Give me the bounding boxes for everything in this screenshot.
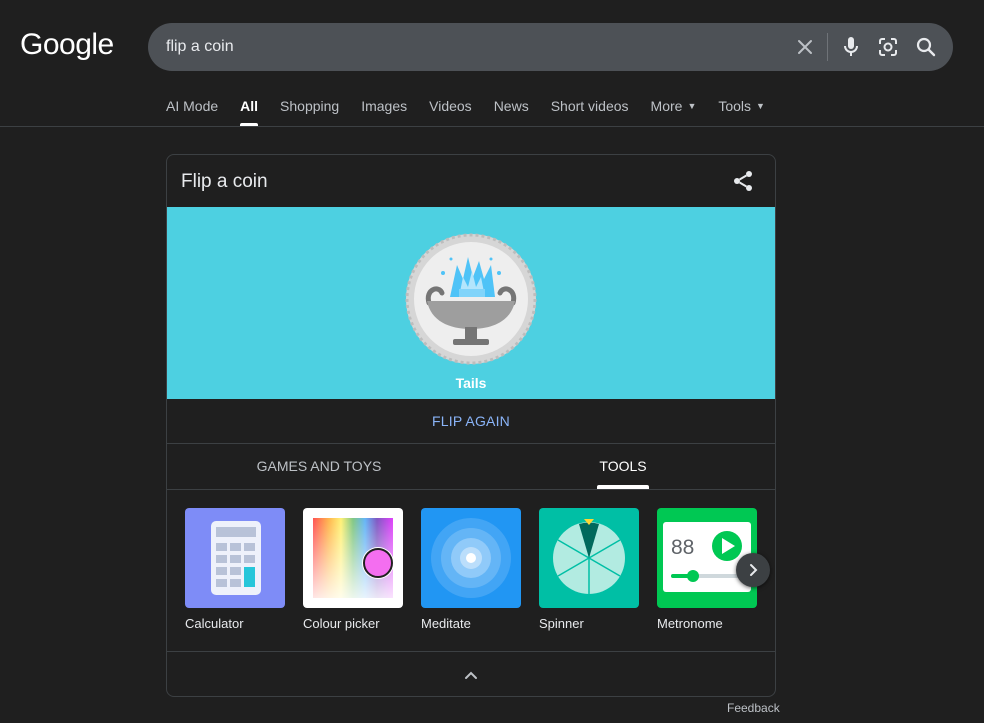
chevron-up-icon: [465, 671, 477, 679]
tool-label: Colour picker: [303, 616, 380, 631]
tab-short-videos[interactable]: Short videos: [551, 90, 629, 126]
tool-label: Calculator: [185, 616, 244, 631]
tab-label: Videos: [429, 98, 472, 114]
collapse-button[interactable]: [457, 663, 485, 687]
flip-again-button[interactable]: FLIP AGAIN: [167, 399, 775, 444]
tab-label: More: [650, 98, 683, 114]
share-icon[interactable]: [731, 169, 755, 193]
category-divider: [167, 489, 775, 490]
tab-label: News: [493, 98, 529, 114]
clear-icon[interactable]: [793, 35, 817, 59]
tool-calculator[interactable]: Calculator: [185, 508, 285, 631]
meditate-icon: [421, 508, 521, 608]
tab-images[interactable]: Images: [361, 90, 407, 126]
search-tabs: AI Mode All Shopping Images Videos News …: [166, 90, 787, 126]
tab-tools[interactable]: Tools ▼: [718, 90, 765, 126]
spinner-icon: [539, 508, 639, 608]
search-input[interactable]: [166, 23, 766, 71]
tab-ai-mode[interactable]: AI Mode: [166, 90, 218, 126]
calculator-icon: [185, 508, 285, 608]
caret-down-icon: ▼: [687, 101, 697, 111]
search-icon[interactable]: [914, 35, 938, 59]
caret-down-icon: ▼: [756, 101, 765, 111]
tab-label: All: [240, 98, 259, 114]
tool-label: Spinner: [539, 616, 584, 631]
tool-label: Meditate: [421, 616, 471, 631]
collapse-divider: [167, 651, 775, 652]
coin-tails-icon[interactable]: [405, 233, 537, 365]
microphone-icon[interactable]: [839, 35, 863, 59]
tool-spinner[interactable]: Spinner: [539, 508, 639, 631]
tabs-divider: [0, 126, 984, 127]
tab-news[interactable]: News: [494, 90, 529, 126]
tab-label: Shopping: [280, 98, 340, 114]
tab-label: Short videos: [550, 98, 629, 114]
google-logo[interactable]: Google: [20, 28, 114, 62]
coin-flip-card: Flip a coin Tails FLIP AGAIN GAMES AND T…: [166, 154, 776, 697]
chevron-right-icon: [750, 564, 758, 576]
tab-shopping[interactable]: Shopping: [280, 90, 339, 126]
tool-label: Metronome: [657, 616, 723, 631]
tool-colour-picker[interactable]: Colour picker: [303, 508, 403, 631]
tab-label: Tools: [718, 98, 752, 114]
tab-all[interactable]: All: [240, 90, 258, 126]
tab-tools-category[interactable]: TOOLS: [471, 444, 775, 489]
coin-result: Tails: [455, 375, 487, 391]
metronome-panel: 88: [663, 522, 751, 592]
tab-label: Images: [361, 98, 408, 114]
tab-videos[interactable]: Videos: [429, 90, 472, 126]
search-bar[interactable]: [148, 23, 953, 71]
coin-display[interactable]: Tails: [167, 207, 775, 399]
lens-camera-icon[interactable]: [876, 35, 900, 59]
search-divider: [827, 33, 828, 61]
tab-games-and-toys[interactable]: GAMES AND TOYS: [167, 444, 471, 489]
carousel-next-button[interactable]: [736, 553, 770, 587]
card-title: Flip a coin: [181, 171, 268, 192]
tab-label: AI Mode: [166, 98, 219, 114]
tool-meditate[interactable]: Meditate: [421, 508, 521, 631]
feedback-link[interactable]: Feedback: [727, 701, 780, 715]
tab-more[interactable]: More ▼: [651, 90, 697, 126]
colour-picker-icon: [303, 508, 403, 608]
tools-carousel: Calculator Colour picker Meditate Spinne…: [185, 508, 775, 638]
